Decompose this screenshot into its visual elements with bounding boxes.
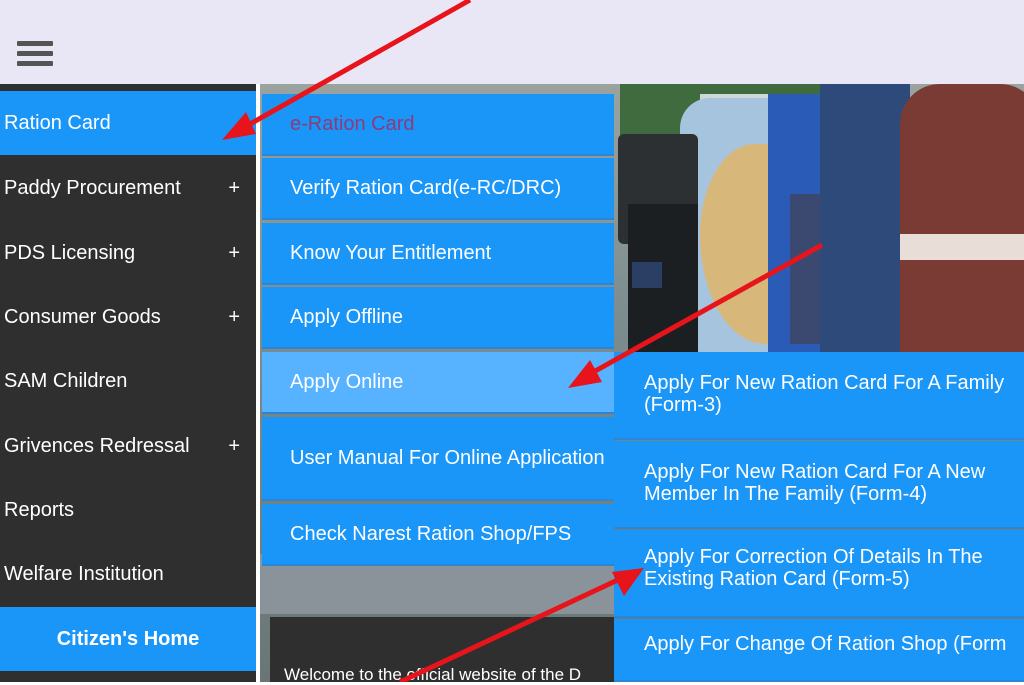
submenu-item-know-your-entitlement[interactable]: Know Your Entitlement [262,223,614,285]
flyout-item-label: Apply For New Ration Card For A Family (… [644,372,1005,416]
sidebar-item-label: Welfare Institution [4,562,164,585]
flyout-item-label: Apply For New Ration Card For A New Memb… [644,461,986,505]
welcome-panel: Welcome to the official website of the D [270,617,614,684]
expand-plus-icon[interactable]: + [228,306,240,329]
submenu-item-user-manual[interactable]: User Manual For Online Application [262,417,614,501]
sidebar-item-label: Ration Card [4,111,111,134]
flyout-item-form-4[interactable]: Apply For New Ration Card For A New Memb… [614,441,1024,529]
sidebar-item-label: Grivences Redressal [4,434,190,457]
flyout-item-label: Apply For Correction Of Details In The E… [644,546,983,590]
sidebar-item-label: Paddy Procurement [4,176,181,199]
submenu-item-verify-ration-card[interactable]: Verify Ration Card(e-RC/DRC) [262,158,614,220]
submenu-item-label: Apply Online [290,371,404,393]
submenu-item-e-ration-card[interactable]: e-Ration Card [262,94,614,156]
sidebar-item-consumer-goods[interactable]: Consumer Goods + [0,285,256,349]
sidebar-item-label: Reports [4,498,75,521]
sidebar-nav: Ration Card Paddy Procurement + PDS Lice… [0,84,256,682]
sidebar-item-ration-card[interactable]: Ration Card [0,91,256,155]
sidebar-item-label: Consumer Goods [4,305,161,328]
flyout-item-form-5[interactable]: Apply For Correction Of Details In The E… [614,530,1024,618]
submenu-item-apply-online[interactable]: Apply Online [262,352,614,414]
expand-plus-icon[interactable]: + [228,177,240,200]
submenu-item-label: Verify Ration Card(e-RC/DRC) [290,177,562,199]
welcome-text: Welcome to the official website of the D [284,665,582,684]
sidebar-item-label: SAM Children [4,369,128,392]
hamburger-menu-icon[interactable] [17,41,53,69]
citizens-home-label: Citizen's Home [56,627,200,650]
submenu-item-label: Check Narest Ration Shop/FPS [290,523,572,545]
flyout-item-form-3[interactable]: Apply For New Ration Card For A Family (… [614,352,1024,440]
sidebar-item-label: PDS Licensing [4,241,136,264]
sidebar-item-grivences-redressal[interactable]: Grivences Redressal + [0,414,256,478]
citizens-home-button[interactable]: Citizen's Home [0,607,256,671]
flyout-item-label: Apply For Change Of Ration Shop (Form [644,633,1007,655]
sidebar-item-reports[interactable]: Reports [0,478,256,542]
submenu-item-check-nearest-ration-shop[interactable]: Check Narest Ration Shop/FPS [262,504,614,566]
sidebar-item-paddy-procurement[interactable]: Paddy Procurement + [0,156,256,220]
expand-plus-icon[interactable]: + [228,435,240,458]
submenu-item-apply-offline[interactable]: Apply Offline [262,287,614,349]
top-bar [0,0,1024,84]
sidebar-item-welfare-institution[interactable]: Welfare Institution [0,542,256,606]
submenu-item-label: Apply Offline [290,306,404,328]
submenu-item-label: Know Your Entitlement [290,242,492,264]
expand-plus-icon[interactable]: + [228,242,240,265]
sidebar-item-sam-children[interactable]: SAM Children [0,349,256,413]
sidebar-item-pds-licensing[interactable]: PDS Licensing + [0,221,256,285]
submenu-item-label: User Manual For Online Application [290,447,605,469]
flyout-item-change-ration-shop[interactable]: Apply For Change Of Ration Shop (Form [614,619,1024,682]
submenu-item-label: e-Ration Card [290,113,415,135]
